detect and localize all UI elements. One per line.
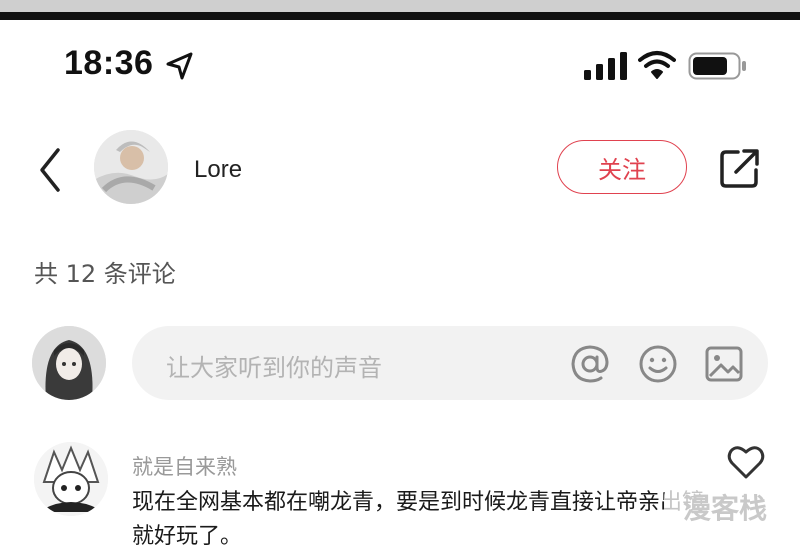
comment-input[interactable]: 让大家听到你的声音	[132, 326, 768, 400]
commenter-avatar[interactable]	[34, 442, 108, 516]
emoji-icon[interactable]	[638, 344, 678, 384]
status-time: 18:36	[64, 44, 154, 82]
window-frame-top	[0, 0, 800, 12]
current-user-avatar	[32, 326, 106, 400]
battery-icon	[688, 52, 746, 80]
share-icon[interactable]	[718, 146, 762, 190]
commenter-name[interactable]: 就是自来熟	[132, 451, 237, 481]
svg-text:漫客栈: 漫客栈	[683, 492, 767, 525]
window-frame-border	[0, 12, 800, 20]
signal-icon	[584, 52, 627, 80]
comment-text: 现在全网基本都在嘲龙青，要是到时候龙青直接让帝亲出镜就好玩了。	[132, 490, 705, 549]
author-avatar[interactable]	[94, 130, 168, 204]
heart-icon[interactable]	[727, 444, 765, 480]
image-icon[interactable]	[704, 344, 744, 384]
watermark-logo: 漫客栈	[664, 488, 786, 528]
author-name[interactable]: Lore	[194, 156, 242, 184]
mention-icon[interactable]	[570, 344, 610, 384]
follow-button[interactable]: 关注	[557, 140, 687, 194]
comment-count: 共 12 条评论	[34, 260, 176, 288]
back-icon[interactable]	[34, 146, 66, 194]
comment-input-placeholder: 让大家听到你的声音	[166, 354, 382, 382]
location-arrow-icon	[166, 52, 193, 80]
wifi-icon	[638, 51, 676, 79]
